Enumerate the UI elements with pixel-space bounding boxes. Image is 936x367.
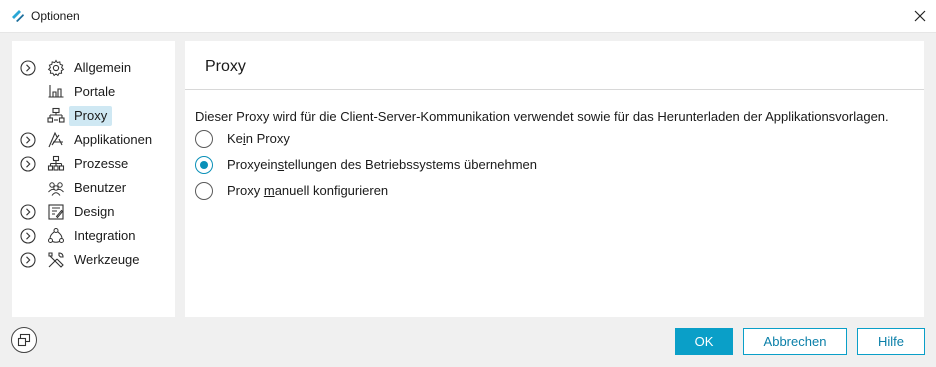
nav-item-label: Applikationen	[74, 132, 153, 147]
nav-item-label: Allgemein	[74, 60, 132, 75]
nav-item-label: Design	[74, 204, 115, 219]
proxy-network-icon	[47, 107, 65, 125]
nav-item-label: Prozesse	[74, 156, 129, 171]
nav-item-proxy[interactable]: Proxy	[12, 105, 175, 127]
options-navigation: Allgemein Portale Proxy Applikationen Pr…	[12, 41, 175, 317]
radio-label: Proxyeinstellungen des Betriebssystems ü…	[227, 157, 538, 172]
applications-icon	[47, 131, 65, 149]
radio-manual-proxy[interactable]: Proxy manuell konfigurieren	[195, 182, 695, 204]
radio-button-checked[interactable]	[195, 156, 213, 174]
proxy-settings-panel: Proxy Dieser Proxy wird für die Client-S…	[185, 41, 924, 317]
expand-icon[interactable]	[20, 156, 36, 172]
nav-item-integration[interactable]: Integration	[12, 225, 175, 247]
expand-icon[interactable]	[20, 252, 36, 268]
proxy-description: Dieser Proxy wird für die Client-Server-…	[195, 109, 889, 124]
expand-icon[interactable]	[20, 60, 36, 76]
design-icon	[47, 203, 65, 221]
window-title: Optionen	[31, 9, 80, 23]
nav-item-label: Proxy	[69, 106, 113, 126]
ok-button[interactable]: OK	[675, 328, 733, 355]
gear-icon	[47, 59, 65, 77]
window-toggle-button[interactable]	[11, 327, 37, 353]
panel-header: Proxy	[185, 41, 924, 90]
close-icon	[914, 10, 926, 22]
app-logo-icon	[10, 8, 26, 24]
nav-item-allgemein[interactable]: Allgemein	[12, 57, 175, 79]
nav-item-design[interactable]: Design	[12, 201, 175, 223]
users-icon	[47, 179, 65, 197]
help-button[interactable]: Hilfe	[857, 328, 925, 355]
radio-label: Kein Proxy	[227, 131, 290, 146]
panel-title: Proxy	[205, 58, 246, 75]
expand-icon[interactable]	[20, 228, 36, 244]
nav-item-label: Portale	[74, 84, 116, 99]
nav-item-prozesse[interactable]: Prozesse	[12, 153, 175, 175]
nav-item-label: Benutzer	[74, 180, 127, 195]
nav-item-portale[interactable]: Portale	[12, 81, 175, 103]
radio-no-proxy[interactable]: Kein Proxy	[195, 130, 695, 152]
radio-system-proxy[interactable]: Proxyeinstellungen des Betriebssystems ü…	[195, 156, 695, 178]
nav-item-werkzeuge[interactable]: Werkzeuge	[12, 249, 175, 271]
process-icon	[47, 155, 65, 173]
nav-item-benutzer[interactable]: Benutzer	[12, 177, 175, 199]
title-bar: Optionen	[0, 0, 936, 33]
portal-icon	[47, 83, 65, 101]
radio-label: Proxy manuell konfigurieren	[227, 183, 389, 198]
nav-item-label: Integration	[74, 228, 136, 243]
close-button[interactable]	[904, 0, 936, 32]
integration-icon	[47, 227, 65, 245]
cancel-button[interactable]: Abbrechen	[743, 328, 847, 355]
nav-item-applikationen[interactable]: Applikationen	[12, 129, 175, 151]
radio-button[interactable]	[195, 182, 213, 200]
nav-item-label: Werkzeuge	[74, 252, 140, 267]
expand-icon[interactable]	[20, 204, 36, 220]
expand-icon[interactable]	[20, 132, 36, 148]
window-icon	[17, 333, 31, 347]
tools-icon	[47, 251, 65, 269]
radio-button[interactable]	[195, 130, 213, 148]
